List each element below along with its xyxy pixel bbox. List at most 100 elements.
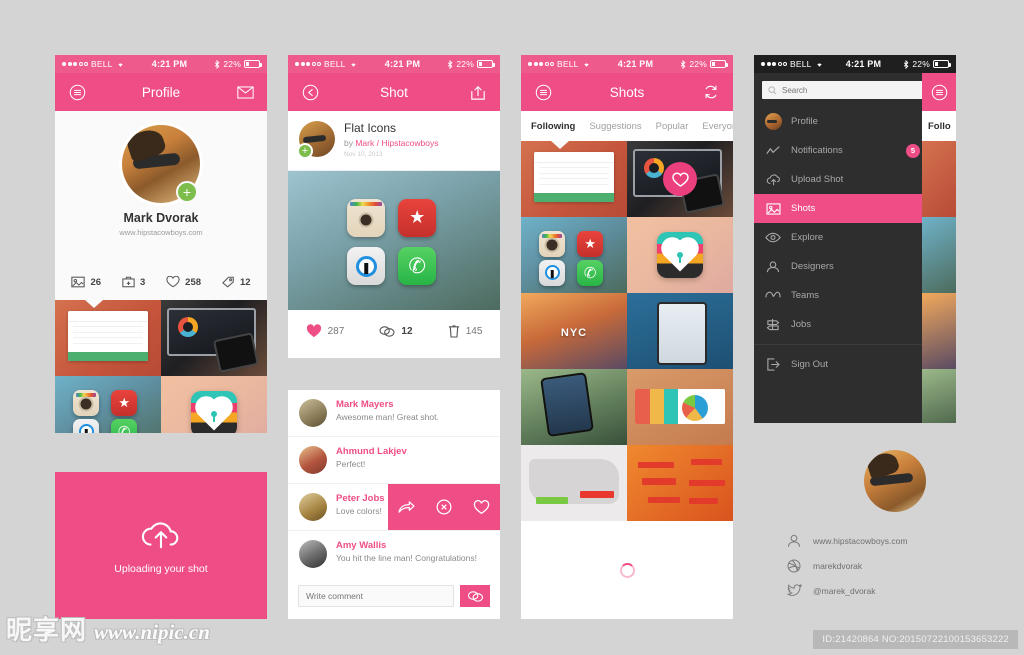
- tab-suggestions[interactable]: Suggestions: [589, 121, 641, 132]
- sidebar-item-jobs[interactable]: Jobs: [754, 310, 932, 339]
- like-badge[interactable]: [663, 162, 697, 196]
- battery-icon: [933, 60, 951, 68]
- refresh-icon[interactable]: [701, 82, 721, 102]
- grid-thumbnail-invoice[interactable]: [521, 141, 627, 217]
- stat-likes[interactable]: 258: [166, 276, 201, 288]
- hamburger-circle-icon[interactable]: [67, 82, 87, 102]
- grid-thumbnail-lock-heart[interactable]: [627, 217, 733, 293]
- search-field-wrap[interactable]: [762, 81, 924, 99]
- whatsapp-icon: ✆: [398, 247, 437, 286]
- sidebar-item-label: Explore: [791, 232, 824, 243]
- sidebar-item-profile[interactable]: Profile: [754, 107, 932, 136]
- share-icon[interactable]: [468, 82, 488, 102]
- commenter-name[interactable]: Ahmund Lakjev: [336, 446, 407, 457]
- search-icon: [768, 85, 777, 95]
- follow-add-button[interactable]: +: [297, 143, 313, 159]
- menu-wrap: Profile Notifications 5 Upload Shot: [754, 73, 956, 423]
- hamburger-circle-icon[interactable]: [533, 82, 553, 102]
- sidebar-item-explore[interactable]: Explore: [754, 223, 932, 252]
- heart-outline-icon[interactable]: [473, 499, 490, 515]
- comment-row[interactable]: Amy Wallis You hit the line man! Congrat…: [288, 530, 500, 577]
- tab-following[interactable]: Following: [531, 121, 575, 132]
- designer-avatar: [864, 450, 926, 512]
- identity-row-twitter[interactable]: @marek_dvorak: [780, 584, 1010, 597]
- grid-thumbnail-map-light[interactable]: [521, 445, 627, 521]
- stat-likes-value: 258: [185, 276, 202, 288]
- wunderlist-icon: ★: [111, 389, 138, 416]
- grid-thumbnail-app-icons[interactable]: ★ ✆: [521, 217, 627, 293]
- stat-buckets[interactable]: 3: [122, 276, 145, 288]
- shot-byline: by Mark / Hipstacowboys: [344, 138, 438, 148]
- comment-row[interactable]: Ahmund Lakjev Perfect!: [288, 436, 500, 483]
- follow-add-button[interactable]: +: [176, 181, 198, 203]
- instagram-icon: [73, 389, 100, 416]
- send-comment-button[interactable]: [460, 585, 490, 607]
- selection-notch: [85, 300, 103, 308]
- sidebar-item-designers[interactable]: Designers: [754, 252, 932, 281]
- shots-navbar: Shots: [521, 73, 733, 111]
- sidebar-item-label: Notifications: [791, 145, 843, 156]
- share-arrow-icon[interactable]: [398, 500, 415, 514]
- grid-thumbnail-nyc[interactable]: NYC: [521, 293, 627, 369]
- hamburger-circle-icon[interactable]: [931, 84, 948, 101]
- carrier-label: BELL: [557, 59, 579, 69]
- identity-row-website[interactable]: www.hipstacowboys.com: [780, 534, 1010, 548]
- peek-tab-label: Follo: [922, 111, 956, 141]
- comment-row[interactable]: Mark Mayers Awesome man! Great shot.: [288, 390, 500, 436]
- tab-everyone[interactable]: Everyone: [702, 121, 733, 132]
- avatar[interactable]: +: [122, 125, 200, 203]
- profile-url[interactable]: www.hipstacowboys.com: [55, 228, 267, 237]
- sidebar-item-shots[interactable]: Shots: [754, 194, 932, 223]
- stat-buckets-value: 3: [139, 276, 146, 288]
- commenter-name[interactable]: Peter Jobs: [336, 493, 385, 504]
- shot-author[interactable]: Mark / Hipstacowboys: [355, 138, 438, 148]
- profile-shot-grid: ★ ✆: [55, 300, 267, 433]
- stat-shots[interactable]: 26: [71, 276, 101, 288]
- comment-row-swiped[interactable]: Peter Jobs Love colors!: [288, 483, 500, 530]
- carrier-label: BELL: [324, 59, 346, 69]
- thumbnail-invoice[interactable]: [55, 300, 161, 376]
- shot-buckets[interactable]: 145: [448, 324, 482, 338]
- grid-thumbnail-mobile-ui[interactable]: [627, 293, 733, 369]
- sidebar-item-upload-shot[interactable]: Upload Shot: [754, 165, 932, 194]
- comment-input[interactable]: [298, 585, 454, 607]
- thumbnail-desk[interactable]: [161, 300, 267, 376]
- comment-icon: [379, 325, 395, 337]
- grid-thumbnail-desk-liked[interactable]: [627, 141, 733, 217]
- signal-dots-icon: [295, 62, 321, 66]
- sidebar-item-notifications[interactable]: Notifications 5: [754, 136, 932, 165]
- grid-thumbnail-chart[interactable]: [627, 369, 733, 445]
- comment-composer: [288, 577, 500, 615]
- avatar-icon: [764, 113, 782, 130]
- identity-row-dribbble[interactable]: marekdvorak: [780, 559, 1010, 573]
- peek-content[interactable]: Follo: [922, 73, 956, 423]
- delete-circle-icon[interactable]: [436, 499, 452, 515]
- author-avatar[interactable]: +: [297, 121, 335, 159]
- shot-likes[interactable]: 287: [306, 324, 344, 338]
- tab-popular[interactable]: Popular: [656, 121, 689, 132]
- search-input[interactable]: [782, 85, 918, 95]
- shot-stats: 287 12 145: [288, 310, 500, 352]
- comment-body: Amy Wallis You hit the line man! Congrat…: [336, 540, 477, 563]
- signpost-icon: [765, 318, 781, 331]
- spinner-icon: [619, 562, 635, 578]
- thumbnail-lock-heart[interactable]: [161, 376, 267, 433]
- shot-comments[interactable]: 12: [379, 325, 413, 338]
- grid-thumbnail-hand-phone[interactable]: [521, 369, 627, 445]
- back-arrow-circle-icon[interactable]: [300, 82, 320, 102]
- commenter-name[interactable]: Amy Wallis: [336, 540, 477, 551]
- commenter-name[interactable]: Mark Mayers: [336, 399, 439, 410]
- thumbnail-app-icons[interactable]: ★ ✆: [55, 376, 161, 433]
- stat-tags[interactable]: 12: [222, 276, 251, 288]
- status-bar: BELL 4:21 PM 22%: [55, 55, 267, 73]
- sidebar-item-teams[interactable]: Teams: [754, 281, 932, 310]
- sidebar-item-sign-out[interactable]: Sign Out: [754, 350, 932, 379]
- person-icon: [786, 534, 802, 548]
- shot-image[interactable]: ★ ✆: [288, 170, 500, 310]
- mail-icon[interactable]: [235, 82, 255, 102]
- phone-screen-menu: BELL 4:21 PM 22% Profil: [754, 55, 956, 423]
- sidebar-item-label: Teams: [791, 290, 819, 301]
- signal-dots-icon: [528, 62, 554, 66]
- page-title: Shots: [609, 84, 645, 100]
- grid-thumbnail-map-orange[interactable]: [627, 445, 733, 521]
